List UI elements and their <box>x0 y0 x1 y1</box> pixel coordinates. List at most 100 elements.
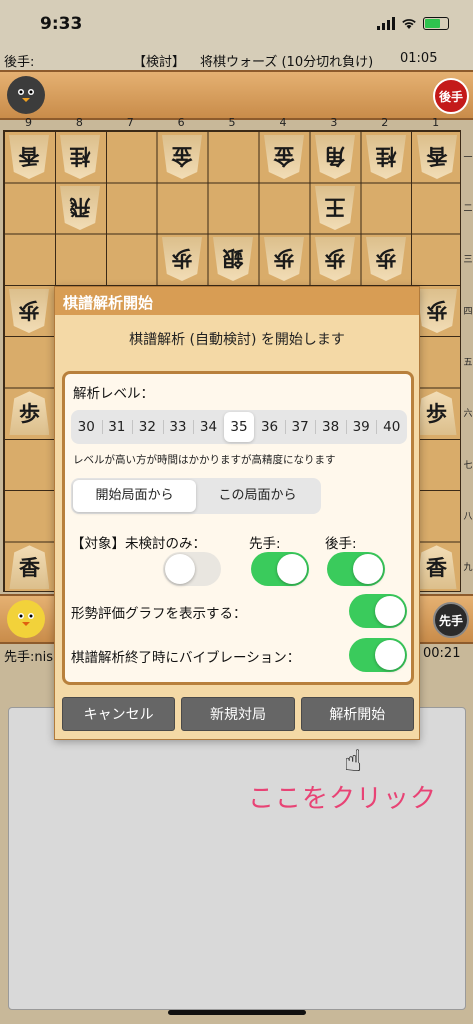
dialog-title: 棋譜解析開始 <box>55 287 419 315</box>
piece-label: 金 <box>273 143 295 169</box>
piece-label: 香 <box>426 143 448 169</box>
rank-number: 一 <box>463 152 473 163</box>
gote-piece[interactable]: 王 <box>315 186 355 230</box>
sente-piece[interactable]: 歩 <box>417 391 457 435</box>
sente-label: 先手:nis <box>4 650 54 665</box>
gote-piece[interactable]: 金 <box>264 135 304 179</box>
file-number: 8 <box>75 116 83 129</box>
level-option[interactable]: 35 <box>223 412 255 442</box>
start-position-selector[interactable]: 開始局面から この局面から <box>71 478 321 514</box>
pointing-hand-icon: ☝ <box>344 744 363 779</box>
gote-piece[interactable]: 歩 <box>9 289 49 333</box>
piece-label: 金 <box>171 143 193 169</box>
file-number: 7 <box>126 116 134 129</box>
signal-icon <box>377 17 395 30</box>
level-selector[interactable]: 30 31 32 33 34 35 36 37 38 39 40 <box>71 410 407 444</box>
gote-piece[interactable]: 桂 <box>366 135 406 179</box>
sente-clock: 00:21 <box>423 646 461 661</box>
level-option[interactable]: 36 <box>254 412 285 442</box>
piece-label: 歩 <box>18 401 40 427</box>
gote-piece[interactable]: 金 <box>162 135 202 179</box>
rank-coordinates: 一二三四五六七八九 <box>463 130 473 592</box>
sente-avatar-icon <box>7 600 45 638</box>
start-analysis-button[interactable]: 解析開始 <box>300 697 414 731</box>
level-label: 解析レベル： <box>73 386 154 402</box>
start-option[interactable]: この局面から <box>196 480 319 512</box>
status-icons <box>377 17 449 30</box>
gote-piece-stand[interactable]: 後手 <box>0 70 473 120</box>
vibration-toggle[interactable] <box>349 638 407 672</box>
file-number: 3 <box>330 116 338 129</box>
start-option[interactable]: 開始局面から <box>73 480 196 512</box>
gote-avatar-icon <box>7 76 45 114</box>
level-option[interactable]: 37 <box>284 412 316 442</box>
gote-piece[interactable]: 歩 <box>417 289 457 333</box>
level-option[interactable]: 33 <box>162 412 194 442</box>
file-number: 5 <box>228 116 236 129</box>
piece-label: 銀 <box>222 246 244 272</box>
file-number: 4 <box>279 116 287 129</box>
gote-piece[interactable]: 飛 <box>60 186 100 230</box>
dialog-options-panel: 解析レベル： 30 31 32 33 34 35 36 37 38 39 40 レベルが高い方が時間… <box>62 371 414 685</box>
level-option[interactable]: 34 <box>193 412 224 442</box>
gote-toggle[interactable] <box>327 552 385 586</box>
rank-number: 四 <box>463 306 473 317</box>
rank-number: 九 <box>463 563 473 574</box>
gote-toggle-label: 後手: <box>325 536 357 552</box>
gote-piece[interactable]: 歩 <box>366 237 406 281</box>
gote-piece[interactable]: 香 <box>417 135 457 179</box>
file-number: 9 <box>25 116 32 129</box>
gote-piece[interactable]: 歩 <box>264 237 304 281</box>
cancel-button[interactable]: キャンセル <box>62 697 176 731</box>
level-option[interactable]: 39 <box>345 412 377 442</box>
rank-number: 六 <box>463 409 473 420</box>
piece-label: 王 <box>324 195 346 220</box>
gote-piece[interactable]: 歩 <box>162 237 202 281</box>
level-note: レベルが高い方が時間はかかりますが高精度になります <box>73 454 336 466</box>
sente-piece[interactable]: 香 <box>9 545 49 589</box>
piece-label: 歩 <box>375 246 397 272</box>
gote-piece[interactable]: 香 <box>9 135 49 179</box>
piece-label: 歩 <box>171 246 193 272</box>
file-number: 1 <box>432 116 440 129</box>
piece-label: 歩 <box>426 297 448 323</box>
mode-label: 【検討】 <box>133 55 186 70</box>
sente-toggle[interactable] <box>251 552 309 586</box>
rank-number: 七 <box>463 460 473 471</box>
target-label: 【対象】未検討のみ： <box>71 536 206 552</box>
file-number: 6 <box>177 116 185 129</box>
vibration-label: 棋譜解析終了時にバイブレーション： <box>71 650 301 666</box>
new-game-button[interactable]: 新規対局 <box>181 697 295 731</box>
home-indicator[interactable] <box>168 1010 306 1015</box>
game-type: 将棋ウォーズ (10分切れ負け) <box>200 55 374 70</box>
gote-piece[interactable]: 銀 <box>213 237 253 281</box>
piece-label: 桂 <box>375 143 397 169</box>
status-bar: 9:33 <box>0 0 473 48</box>
sente-piece[interactable]: 歩 <box>9 391 49 435</box>
gote-piece[interactable]: 角 <box>315 135 355 179</box>
sente-badge: 先手 <box>433 602 469 638</box>
graph-toggle[interactable] <box>349 594 407 628</box>
level-option[interactable]: 30 <box>71 412 102 442</box>
piece-label: 香 <box>18 555 40 581</box>
wifi-icon <box>402 18 416 29</box>
gote-piece[interactable]: 歩 <box>315 237 355 281</box>
kifu-panel[interactable] <box>8 707 466 1010</box>
piece-label: 飛 <box>69 195 91 220</box>
level-option[interactable]: 38 <box>315 412 346 442</box>
sente-toggle-label: 先手: <box>249 536 281 552</box>
dialog-message: 棋譜解析 (自動検討) を開始します <box>129 332 345 348</box>
level-option[interactable]: 32 <box>132 412 163 442</box>
piece-label: 角 <box>324 143 346 169</box>
unreviewed-only-toggle[interactable] <box>163 552 221 586</box>
gote-label: 後手: <box>4 55 35 70</box>
rank-number: 二 <box>463 204 473 214</box>
level-option[interactable]: 40 <box>376 412 407 442</box>
rank-number: 三 <box>463 255 473 266</box>
gote-piece[interactable]: 桂 <box>60 135 100 179</box>
battery-icon <box>423 17 449 30</box>
piece-label: 香 <box>426 555 448 581</box>
level-option[interactable]: 31 <box>101 412 133 442</box>
sente-piece[interactable]: 香 <box>417 545 457 589</box>
graph-label: 形勢評価グラフを表示する： <box>71 606 247 622</box>
